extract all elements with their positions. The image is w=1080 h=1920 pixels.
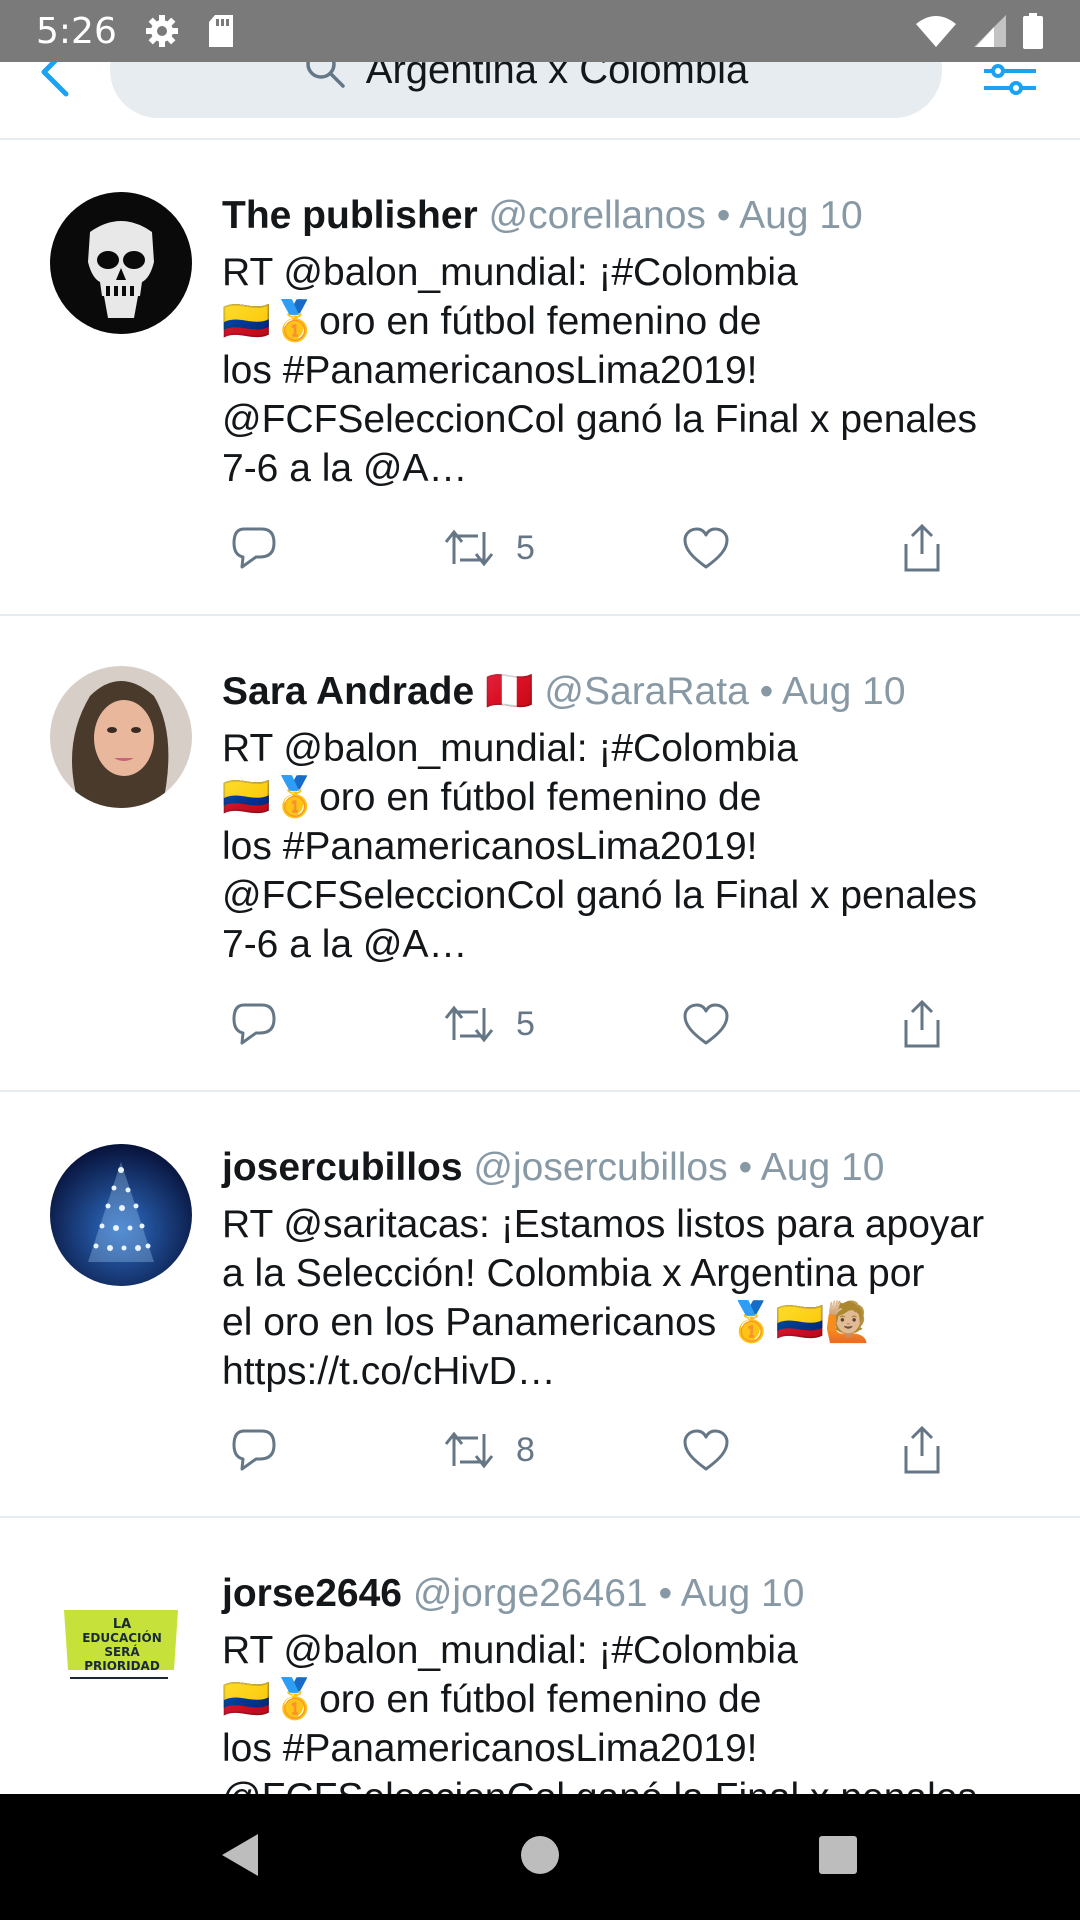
retweet-count: 8 [516,1430,535,1469]
tweet-item[interactable]: Sara Andrade 🇵🇪 @SaraRata • Aug 10 RT @b… [0,616,1080,1092]
reply-icon [232,527,276,569]
tweet-actions: 5 [222,518,982,578]
nav-recents-icon[interactable] [816,1830,860,1880]
heart-icon [683,527,729,569]
retweet-count: 5 [516,528,535,567]
share-button[interactable] [902,994,942,1054]
navigation-bar [0,1794,1080,1920]
tweet-text: RT @balon_mundial: ¡#Colombia 🇨🇴🥇oro en … [222,727,977,966]
tweet-author-name[interactable]: josercubillos [222,1146,463,1189]
status-bar: 5:26 [0,0,1080,62]
heart-icon [683,1429,729,1471]
avatar[interactable] [50,666,192,808]
tweet-header: The publisher @corellanos • Aug 10 [222,190,1040,242]
share-icon [904,1426,940,1474]
tweet-author-handle[interactable]: @SaraRata [544,670,748,713]
signal-icon [974,15,1006,47]
svg-text:SERÁ: SERÁ [104,1644,140,1659]
status-time: 5:26 [36,10,117,52]
nav-home-icon[interactable] [518,1830,562,1880]
retweet-icon [444,1431,494,1469]
retweet-button[interactable]: 5 [444,518,535,578]
tweet-author-name[interactable]: The publisher [222,194,478,237]
tweet-text: RT @balon_mundial: ¡#Colombia 🇨🇴🥇oro en … [222,251,977,490]
tweet-actions: 8 [222,1420,982,1480]
separator-dot: • [716,194,731,237]
heart-icon [683,1003,729,1045]
tweet-actions: 5 [222,994,982,1054]
reply-button[interactable] [230,518,278,578]
share-button[interactable] [902,518,942,578]
tweet-date: Aug 10 [680,1572,805,1615]
author-flag-badge: 🇵🇪 [485,670,534,713]
tweet-date: Aug 10 [781,670,906,713]
tweet-author-handle[interactable]: @josercubillos [473,1146,727,1189]
reply-icon [232,1003,276,1045]
tweet-text: RT @balon_mundial: ¡#Colombia 🇨🇴🥇oro en … [222,1629,977,1819]
reply-button[interactable] [230,994,278,1054]
tweet-text: RT @saritacas: ¡Estamos listos para apoy… [222,1203,985,1393]
tweet-item[interactable]: josercubillos @josercubillos • Aug 10 RT… [0,1092,1080,1518]
retweet-count: 5 [516,1004,535,1043]
tweet-date: Aug 10 [739,194,863,237]
svg-text:EDUCACIÓN: EDUCACIÓN [82,1630,162,1645]
separator-dot: • [658,1572,673,1615]
share-icon [904,524,940,572]
tweet-feed: The publisher @corellanos • Aug 10 RT @b… [0,140,1080,1848]
tweet-header: Sara Andrade 🇵🇪 @SaraRata • Aug 10 [222,666,1040,718]
reply-icon [232,1429,276,1471]
avatar[interactable] [50,1144,192,1286]
retweet-icon [444,1005,494,1043]
avatar[interactable] [50,192,192,334]
separator-dot: • [759,670,774,713]
like-button[interactable] [682,1420,730,1480]
avatar[interactable]: LA EDUCACIÓN SERÁ PRIORIDAD [50,1570,192,1712]
tweet-header: jorse2646 @jorge26461 • Aug 10 [222,1568,1040,1620]
share-icon [904,1000,940,1048]
retweet-icon [444,529,494,567]
reply-button[interactable] [230,1420,278,1480]
tweet-author-name[interactable]: Sara Andrade [222,670,474,713]
battery-icon [1023,13,1043,49]
tweet-author-handle[interactable]: @corellanos [489,194,706,237]
wifi-icon [916,16,956,47]
tweet-author-name[interactable]: jorse2646 [222,1572,402,1615]
tweet-item[interactable]: The publisher @corellanos • Aug 10 RT @b… [0,140,1080,616]
retweet-button[interactable]: 8 [444,1420,535,1480]
svg-text:LA: LA [113,1617,131,1632]
tweet-author-handle[interactable]: @jorge26461 [413,1572,648,1615]
sd-card-icon [207,14,235,48]
tweet-date: Aug 10 [760,1146,885,1189]
retweet-button[interactable]: 5 [444,994,535,1054]
like-button[interactable] [682,994,730,1054]
share-button[interactable] [902,1420,942,1480]
like-button[interactable] [682,518,730,578]
svg-text:PRIORIDAD: PRIORIDAD [84,1659,160,1673]
nav-back-icon[interactable] [218,1830,262,1880]
tweet-header: josercubillos @josercubillos • Aug 10 [222,1142,1040,1194]
gear-icon [145,14,179,48]
separator-dot: • [738,1146,753,1189]
